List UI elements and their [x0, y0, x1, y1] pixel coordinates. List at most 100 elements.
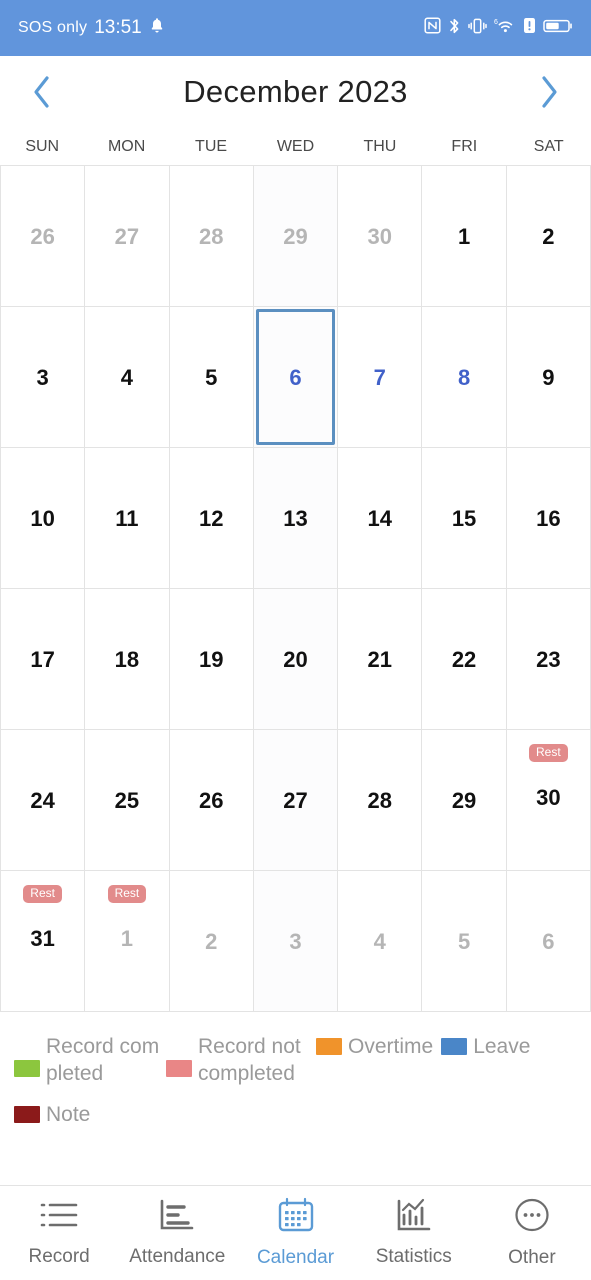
- day-number: 2: [205, 929, 218, 954]
- calendar-day-cell[interactable]: 15: [422, 448, 507, 589]
- next-month-button[interactable]: [529, 72, 569, 112]
- day-number: 9: [542, 365, 555, 390]
- calendar-day-cell[interactable]: 3: [253, 871, 339, 1012]
- calendar-day-cell[interactable]: Rest 30: [506, 730, 591, 871]
- nav-item-other[interactable]: Other: [473, 1197, 591, 1269]
- svg-text:6: 6: [494, 19, 498, 26]
- calendar-day-cell[interactable]: 30: [338, 166, 423, 307]
- calendar-day-cell[interactable]: 28: [338, 730, 423, 871]
- nfc-icon: [424, 17, 441, 39]
- day-number: 12: [198, 506, 224, 531]
- calendar-day-cell[interactable]: 28: [169, 166, 254, 307]
- status-bar-icons: 6: [424, 17, 573, 40]
- legend-swatch-leave: [441, 1038, 468, 1055]
- calendar-day-cell[interactable]: 22: [422, 589, 507, 730]
- calendar-day-cell[interactable]: 8: [422, 307, 507, 448]
- calendar-day-cell[interactable]: 27: [253, 730, 339, 871]
- day-number: 3: [289, 929, 302, 954]
- nav-item-calendar[interactable]: Calendar: [236, 1197, 354, 1269]
- battery-icon: [543, 18, 573, 39]
- day-number: 16: [536, 506, 561, 531]
- calendar-day-cell[interactable]: 6: [506, 871, 591, 1012]
- calendar-day-cell[interactable]: 19: [169, 589, 254, 730]
- calendar-day-cell[interactable]: 13: [253, 448, 339, 589]
- day-number: 11: [115, 506, 139, 531]
- nav-label-statistics: Statistics: [375, 1246, 452, 1267]
- day-number: 2: [542, 224, 555, 249]
- calendar-day-cell[interactable]: 17: [1, 589, 86, 730]
- day-number: 31: [30, 926, 55, 952]
- calendar-day-cell[interactable]: 10: [1, 448, 86, 589]
- calendar-day-cell[interactable]: 16: [506, 448, 591, 589]
- prev-month-button[interactable]: [22, 72, 62, 112]
- wifi-icon: 6: [494, 17, 516, 40]
- alert-icon: [523, 17, 536, 39]
- calendar-day-cell[interactable]: 2: [169, 871, 254, 1012]
- calendar-day-cell[interactable]: Rest 1: [85, 871, 170, 1012]
- day-number: 1: [457, 224, 471, 249]
- nav-item-attendance[interactable]: Attendance: [118, 1198, 236, 1268]
- legend-item-overtime: Overtime: [316, 1034, 433, 1061]
- month-header: December 2023: [0, 56, 591, 128]
- calendar-day-cell[interactable]: 1: [422, 166, 507, 307]
- day-number: 7: [373, 365, 386, 390]
- day-number: 19: [198, 647, 224, 672]
- day-number: 13: [283, 506, 308, 531]
- day-number: 10: [30, 506, 55, 531]
- day-number: 6: [289, 365, 302, 390]
- day-number: 29: [283, 224, 308, 249]
- clock-label: 13:51: [94, 17, 142, 38]
- day-number: 27: [283, 788, 308, 813]
- calendar-day-cell[interactable]: 6: [253, 307, 339, 448]
- day-number: 27: [114, 224, 140, 249]
- legend-label-note: Note: [46, 1102, 91, 1126]
- day-number: 26: [198, 788, 224, 813]
- day-number: 5: [205, 365, 218, 390]
- calendar-day-cell[interactable]: 29: [253, 166, 339, 307]
- rest-badge: Rest: [23, 885, 62, 904]
- calendar-day-cell[interactable]: 18: [85, 589, 170, 730]
- legend-label-overtime: Overtime: [348, 1035, 434, 1058]
- calendar-day-cell[interactable]: 29: [422, 730, 507, 871]
- bar-chart-horizontal-icon: [156, 1198, 198, 1237]
- weekday-label-thu: THU: [363, 137, 397, 155]
- calendar-day-cell[interactable]: 7: [338, 307, 423, 448]
- calendar-day-cell[interactable]: 20: [253, 589, 339, 730]
- weekday-label-tue: TUE: [195, 137, 228, 155]
- list-icon: [38, 1198, 80, 1237]
- calendar-day-cell[interactable]: 26: [1, 166, 86, 307]
- day-number: 4: [373, 929, 386, 954]
- legend-item-note: Note: [14, 1102, 90, 1129]
- calendar-day-cell[interactable]: 4: [85, 307, 170, 448]
- calendar-day-cell[interactable]: 11: [85, 448, 170, 589]
- calendar-day-cell[interactable]: 24: [1, 730, 86, 871]
- calendar-day-cell[interactable]: 4: [338, 871, 423, 1012]
- calendar-day-cell[interactable]: 3: [1, 307, 86, 448]
- nav-item-record[interactable]: Record: [0, 1198, 118, 1268]
- calendar-day-cell[interactable]: 25: [85, 730, 170, 871]
- weekday-label-sun: SUN: [25, 137, 60, 155]
- calendar-day-cell[interactable]: 2: [506, 166, 591, 307]
- bluetooth-icon: [448, 17, 461, 40]
- day-number: 23: [536, 647, 561, 672]
- day-number: 8: [457, 365, 471, 390]
- day-number: 14: [367, 506, 393, 531]
- calendar-day-cell[interactable]: 9: [506, 307, 591, 448]
- calendar-day-cell[interactable]: 23: [506, 589, 591, 730]
- day-number: 4: [120, 365, 134, 390]
- day-number: 22: [451, 647, 477, 672]
- nav-item-statistics[interactable]: Statistics: [355, 1198, 473, 1268]
- calendar-day-cell[interactable]: 21: [338, 589, 423, 730]
- calendar-day-cell[interactable]: 14: [338, 448, 423, 589]
- calendar-day-cell[interactable]: 26: [169, 730, 254, 871]
- legend-item-record-not-completed: Record not completed: [166, 1034, 316, 1088]
- day-number: 28: [198, 224, 224, 249]
- calendar-day-cell[interactable]: 12: [169, 448, 254, 589]
- calendar-day-cell[interactable]: 5: [169, 307, 254, 448]
- weekday-label-mon: MON: [107, 137, 146, 155]
- calendar-day-cell[interactable]: Rest 31: [1, 871, 86, 1012]
- calendar-day-cell[interactable]: 5: [422, 871, 507, 1012]
- calendar-day-cell[interactable]: 27: [85, 166, 170, 307]
- carrier-label: SOS only: [18, 19, 88, 36]
- nav-label-calendar: Calendar: [256, 1247, 335, 1268]
